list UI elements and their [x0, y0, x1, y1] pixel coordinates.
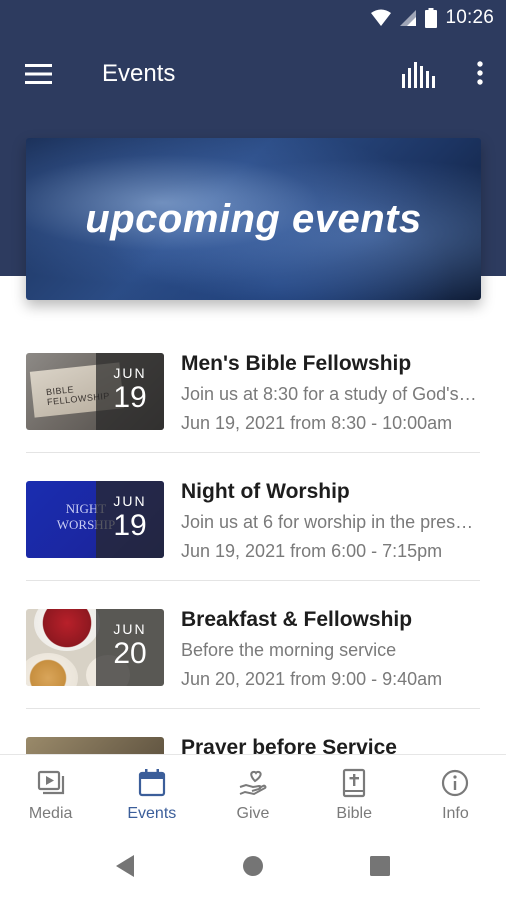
- hamburger-menu-icon: [25, 64, 52, 84]
- event-item-night-of-worship[interactable]: NIGHT WORSHIP JUN 19 Night of Worship Jo…: [0, 453, 506, 581]
- pastry-plate-image: [26, 653, 78, 686]
- nav-label: Info: [442, 805, 469, 822]
- home-icon[interactable]: [242, 854, 264, 878]
- calendar-icon: [138, 769, 165, 797]
- event-thumbnail: NIGHT WORSHIP JUN 19: [26, 481, 164, 558]
- bottom-navigation: Media Events Give Bible Info: [0, 754, 506, 834]
- date-day: 19: [113, 509, 147, 542]
- nav-label: Bible: [336, 805, 372, 822]
- audio-levels-button[interactable]: [400, 58, 438, 90]
- event-description: Join us at 6 for worship in the presence…: [181, 512, 481, 532]
- bible-icon: [343, 768, 366, 798]
- berries-plate-image: [34, 609, 100, 651]
- page-title: Events: [102, 60, 176, 87]
- banner-text: upcoming events: [85, 196, 422, 241]
- date-badge: JUN 19: [96, 353, 164, 430]
- recents-icon[interactable]: [369, 854, 391, 878]
- nav-label: Give: [236, 805, 270, 822]
- event-title: Breakfast & Fellowship: [181, 608, 413, 631]
- nav-item-events[interactable]: Events: [101, 755, 202, 834]
- date-badge: JUN 19: [96, 481, 164, 558]
- upcoming-events-banner[interactable]: upcoming events: [26, 138, 481, 300]
- date-month: JUN: [113, 493, 147, 509]
- event-time: Jun 20, 2021 from 9:00 - 9:40am: [181, 669, 443, 689]
- date-day: 19: [113, 381, 147, 414]
- status-icons: 10:26: [371, 7, 494, 29]
- menu-button[interactable]: [24, 62, 54, 86]
- signal-icon: [400, 10, 417, 26]
- event-title: Men's Bible Fellowship: [181, 352, 412, 375]
- app-bar: Events: [0, 36, 506, 114]
- more-options-button[interactable]: [472, 58, 488, 90]
- wifi-icon: [371, 9, 392, 26]
- date-badge: JUN 20: [96, 609, 164, 686]
- date-month: JUN: [113, 621, 147, 637]
- event-time: Jun 19, 2021 from 8:30 - 10:00am: [181, 413, 453, 433]
- status-time: 10:26: [445, 7, 494, 28]
- event-item-breakfast-fellowship[interactable]: JUN 20 Breakfast & Fellowship Before the…: [0, 581, 506, 709]
- more-vert-icon: [477, 61, 483, 85]
- info-icon: [442, 769, 469, 797]
- back-icon[interactable]: [114, 854, 136, 878]
- date-month: JUN: [113, 365, 147, 381]
- battery-icon: [425, 8, 438, 28]
- event-time: Jun 19, 2021 from 6:00 - 7:15pm: [181, 541, 443, 561]
- event-item-mens-bible-fellowship[interactable]: BIBLE FELLOWSHIP JUN 19 Men's Bible Fell…: [0, 325, 506, 453]
- event-title: Night of Worship: [181, 480, 350, 503]
- status-bar: 10:26: [0, 0, 506, 36]
- media-icon: [37, 770, 64, 795]
- event-thumbnail: BIBLE FELLOWSHIP JUN 19: [26, 353, 164, 430]
- nav-item-bible[interactable]: Bible: [304, 755, 405, 834]
- nav-item-give[interactable]: Give: [202, 755, 303, 834]
- event-thumbnail: JUN 20: [26, 609, 164, 686]
- nav-label: Events: [127, 805, 177, 822]
- event-description: Before the morning service: [181, 640, 397, 660]
- audio-levels-icon: [402, 62, 435, 88]
- system-navigation-bar: [0, 834, 506, 900]
- date-day: 20: [113, 637, 147, 670]
- nav-label: Media: [28, 805, 73, 822]
- nav-item-info[interactable]: Info: [405, 755, 506, 834]
- event-description: Join us at 8:30 for a study of God's Wor…: [181, 384, 481, 404]
- nav-item-media[interactable]: Media: [0, 755, 101, 834]
- give-icon: [239, 770, 267, 796]
